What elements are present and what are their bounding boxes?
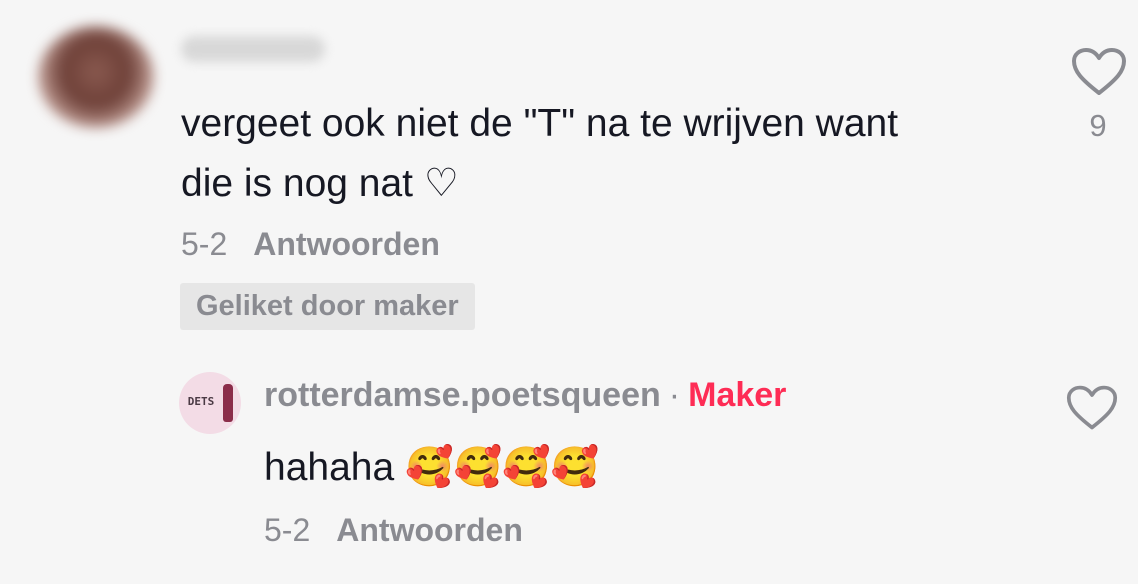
comment-date: 5-2 <box>181 226 228 262</box>
creator-badge: Maker <box>688 376 787 414</box>
reply-text: hahaha <box>264 446 395 489</box>
reply-meta: 5-2 Antwoorden <box>264 512 523 549</box>
reply-emojis: 🥰🥰🥰🥰 <box>404 446 600 489</box>
reply-date: 5-2 <box>264 512 311 548</box>
reply-header: rotterdamse.poetsqueen · Maker <box>264 376 786 415</box>
creator-username[interactable]: rotterdamse.poetsqueen <box>264 376 661 414</box>
heart-outline-icon[interactable] <box>1066 384 1118 432</box>
reply-button[interactable]: Antwoorden <box>253 226 440 262</box>
reply-text-row: hahaha 🥰🥰🥰🥰 <box>264 444 599 490</box>
commenter-username-blurred[interactable] <box>181 36 325 62</box>
like-count: 9 <box>1089 108 1107 143</box>
liked-by-creator-badge: Geliket door maker <box>180 283 475 330</box>
commenter-avatar[interactable] <box>38 26 154 128</box>
reply-to-reply-button[interactable]: Antwoorden <box>336 512 523 548</box>
heart-outline-icon[interactable] <box>1071 47 1127 97</box>
creator-avatar[interactable]: DETS <box>179 372 241 434</box>
comment-text: vergeet ook niet de "T" na te wrijven wa… <box>181 102 899 205</box>
separator-dot: · <box>668 376 681 414</box>
avatar-logo-text: DETS <box>187 395 215 408</box>
comment-meta: 5-2 Antwoorden <box>181 226 440 263</box>
avatar-bottle-graphic <box>223 384 233 422</box>
